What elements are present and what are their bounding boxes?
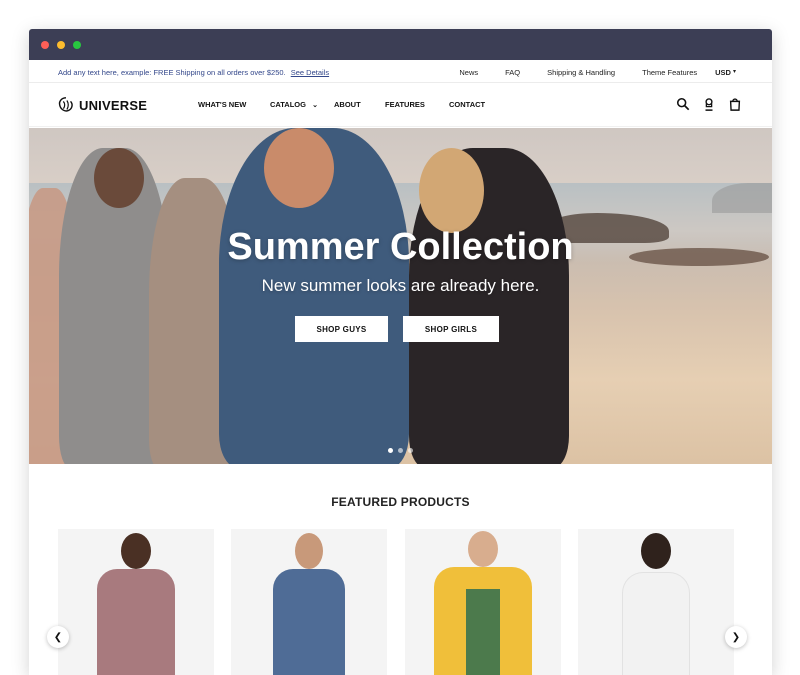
top-link-shipping[interactable]: Shipping & Handling	[547, 68, 615, 77]
hero-title: Summer Collection	[227, 226, 574, 268]
hero-person-head	[264, 128, 334, 208]
window-minimize-dot[interactable]	[57, 41, 65, 49]
slider-dots	[29, 448, 772, 453]
logo-mark-icon	[58, 97, 73, 112]
chevron-left-icon[interactable]: ❮	[47, 626, 69, 648]
nav-item-catalog-label: CATALOG	[270, 100, 306, 109]
hero-subtitle: New summer looks are already here.	[261, 276, 540, 295]
hero-person-head	[94, 148, 144, 208]
nav-item-catalog[interactable]: CATALOG ⌄	[270, 100, 318, 109]
brand-name: UNIVERSE	[79, 97, 148, 113]
slider-dot[interactable]	[408, 448, 413, 453]
hero-banner: Summer Collection New summer looks are a…	[29, 128, 772, 464]
cart-icon[interactable]	[728, 97, 742, 111]
window-maximize-dot[interactable]	[73, 41, 81, 49]
product-card[interactable]	[578, 529, 734, 675]
product-card[interactable]	[231, 529, 387, 675]
product-card[interactable]	[405, 529, 561, 675]
nav-item-features[interactable]: FEATURES	[385, 100, 425, 109]
brand-logo[interactable]: UNIVERSE	[57, 96, 147, 114]
browser-titlebar	[29, 29, 772, 60]
account-icon[interactable]	[702, 97, 716, 111]
nav-item-contact[interactable]: CONTACT	[449, 100, 485, 109]
chevron-right-icon[interactable]: ❯	[725, 626, 747, 648]
chevron-down-icon: ⌄	[312, 102, 318, 109]
nav-item-whats-new[interactable]: WHAT'S NEW	[198, 100, 246, 109]
shop-guys-button[interactable]: SHOP GUYS	[295, 316, 388, 342]
nav-item-about[interactable]: ABOUT	[334, 100, 361, 109]
slider-dot[interactable]	[398, 448, 403, 453]
search-icon[interactable]	[676, 97, 690, 111]
browser-window: Add any text here, example: FREE Shippin…	[29, 29, 772, 675]
main-nav: UNIVERSE WHAT'S NEW CATALOG ⌄ ABOUT FEAT…	[29, 83, 772, 127]
currency-selector[interactable]: USD	[715, 68, 731, 77]
product-image	[91, 529, 181, 675]
featured-products-title: FEATURED PRODUCTS	[331, 495, 470, 509]
announcement-bar: Add any text here, example: FREE Shippin…	[29, 60, 772, 83]
top-link-theme-features[interactable]: Theme Features	[642, 68, 697, 77]
chevron-down-icon: ▾	[732, 69, 736, 75]
product-image	[264, 529, 354, 675]
hero-person-head	[419, 148, 484, 233]
top-links: News FAQ Shipping & Handling Theme Featu…	[432, 68, 736, 77]
top-link-faq[interactable]: FAQ	[505, 68, 520, 77]
header-icons	[676, 97, 742, 111]
product-image	[611, 529, 701, 675]
product-card[interactable]	[58, 529, 214, 675]
announcement-text: Add any text here, example: FREE Shippin…	[58, 68, 286, 77]
slider-dot[interactable]	[388, 448, 393, 453]
see-details-link[interactable]: See Details	[291, 68, 329, 77]
shop-girls-button[interactable]: SHOP GIRLS	[403, 316, 499, 342]
window-close-dot[interactable]	[41, 41, 49, 49]
top-link-news[interactable]: News	[459, 68, 478, 77]
announcement-message: Add any text here, example: FREE Shippin…	[58, 68, 329, 77]
product-image	[433, 529, 533, 675]
